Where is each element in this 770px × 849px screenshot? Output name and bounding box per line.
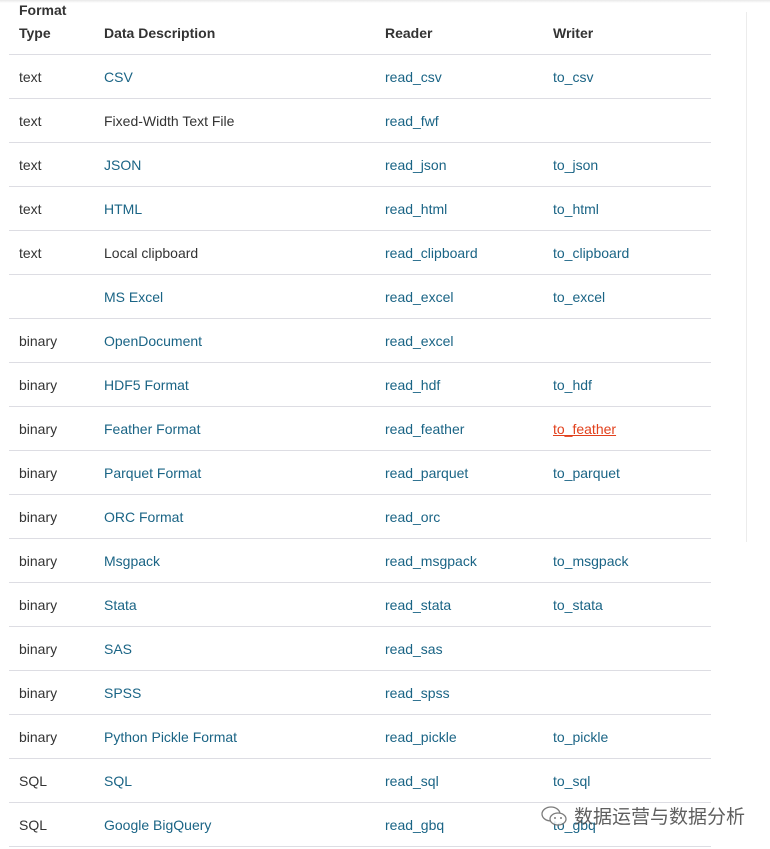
table-row: binary Msgpack read_msgpack to_msgpack bbox=[9, 539, 711, 583]
table-row: binary HDF5 Format read_hdf to_hdf bbox=[9, 363, 711, 407]
table-header: Format Type Data Description Reader Writ… bbox=[9, 0, 711, 55]
table-row: binary SAS read_sas bbox=[9, 627, 711, 671]
writer-link[interactable]: to_excel bbox=[553, 289, 605, 305]
description-link[interactable]: SPSS bbox=[104, 685, 141, 701]
format-type-cell: text bbox=[19, 113, 42, 129]
table-row: binary Stata read_stata to_stata bbox=[9, 583, 711, 627]
description-link[interactable]: SQL bbox=[104, 773, 132, 789]
table-row: text HTML read_html to_html bbox=[9, 187, 711, 231]
writer-link[interactable]: to_feather bbox=[553, 421, 616, 437]
description-link[interactable]: Google BigQuery bbox=[104, 817, 211, 833]
writer-link[interactable]: to_msgpack bbox=[553, 553, 628, 569]
format-type-cell: binary bbox=[19, 465, 58, 481]
format-type-cell: binary bbox=[19, 377, 58, 393]
reader-link[interactable]: read_json bbox=[385, 157, 447, 173]
writer-link[interactable]: to_sql bbox=[553, 773, 590, 789]
reader-link[interactable]: read_feather bbox=[385, 421, 464, 437]
writer-link[interactable]: to_csv bbox=[553, 69, 593, 85]
reader-link[interactable]: read_pickle bbox=[385, 729, 457, 745]
watermark: 数据运营与数据分析 bbox=[540, 802, 745, 829]
reader-link[interactable]: read_csv bbox=[385, 69, 442, 85]
table-row: binary Parquet Format read_parquet to_parqu… bbox=[9, 451, 711, 495]
format-type-cell: binary bbox=[19, 509, 58, 525]
table-row: text JSON read_json to_json bbox=[9, 143, 711, 187]
table-row: binary SPSS read_spss bbox=[9, 671, 711, 715]
header-description: Data Description bbox=[104, 25, 216, 41]
description-link[interactable]: Stata bbox=[104, 597, 137, 613]
writer-link[interactable]: to_html bbox=[553, 201, 599, 217]
reader-link[interactable]: read_spss bbox=[385, 685, 450, 701]
table-row: SQL SQL read_sql to_sql bbox=[9, 759, 711, 803]
reader-link[interactable]: read_excel bbox=[385, 333, 454, 349]
header-reader: Reader bbox=[385, 25, 433, 41]
header-writer: Writer bbox=[553, 25, 594, 41]
description-link[interactable]: OpenDocument bbox=[104, 333, 202, 349]
reader-link[interactable]: read_orc bbox=[385, 509, 440, 525]
format-type-cell: text bbox=[19, 157, 42, 173]
table-row: text Fixed-Width Text File read_fwf bbox=[9, 99, 711, 143]
wechat-icon bbox=[541, 805, 567, 826]
reader-link[interactable]: read_parquet bbox=[385, 465, 468, 481]
reader-link[interactable]: read_clipboard bbox=[385, 245, 478, 261]
writer-link[interactable]: to_json bbox=[553, 157, 598, 173]
format-type-cell: binary bbox=[19, 553, 58, 569]
writer-link[interactable]: to_hdf bbox=[553, 377, 592, 393]
description-link[interactable]: JSON bbox=[104, 157, 141, 173]
table-row: binary ORC Format read_orc bbox=[9, 495, 711, 539]
reader-link[interactable]: read_stata bbox=[385, 597, 451, 613]
writer-link[interactable]: to_parquet bbox=[553, 465, 620, 481]
format-type-cell: binary bbox=[19, 333, 58, 349]
format-type-cell: binary bbox=[19, 597, 58, 613]
description-link[interactable]: HDF5 Format bbox=[104, 377, 189, 393]
writer-link[interactable]: to_stata bbox=[553, 597, 603, 613]
reader-link[interactable]: read_html bbox=[385, 201, 447, 217]
description-link[interactable]: CSV bbox=[104, 69, 133, 85]
format-type-cell: binary bbox=[19, 685, 58, 701]
table-row: MS Excel read_excel to_excel bbox=[9, 275, 711, 319]
description-link[interactable]: Parquet Format bbox=[104, 465, 201, 481]
header-format: Format bbox=[19, 2, 67, 18]
reader-link[interactable]: read_sas bbox=[385, 641, 443, 657]
description-link[interactable]: Feather Format bbox=[104, 421, 200, 437]
format-type-cell: binary bbox=[19, 641, 58, 657]
reader-link[interactable]: read_sql bbox=[385, 773, 439, 789]
reader-link[interactable]: read_hdf bbox=[385, 377, 440, 393]
table-row: binary Python Pickle Format read_pickle to_… bbox=[9, 715, 711, 759]
watermark-text: 数据运营与数据分析 bbox=[574, 807, 746, 828]
sidebar-divider bbox=[746, 12, 747, 542]
format-type-cell: text bbox=[19, 245, 42, 261]
format-type-cell: binary bbox=[19, 421, 58, 437]
description-link[interactable]: ORC Format bbox=[104, 509, 183, 525]
description-link[interactable]: Msgpack bbox=[104, 553, 160, 569]
table-row: binary Feather Format read_feather to_feath… bbox=[9, 407, 711, 451]
reader-link[interactable]: read_gbq bbox=[385, 817, 444, 833]
description-text: Fixed-Width Text File bbox=[104, 113, 235, 129]
format-type-cell: SQL bbox=[19, 817, 48, 833]
writer-link[interactable]: to_clipboard bbox=[553, 245, 629, 261]
format-type-cell: binary bbox=[19, 729, 58, 745]
description-link[interactable]: SAS bbox=[104, 641, 132, 657]
reader-link[interactable]: read_msgpack bbox=[385, 553, 477, 569]
description-link[interactable]: MS Excel bbox=[104, 289, 163, 305]
description-text: Local clipboard bbox=[104, 245, 199, 261]
format-type-cell: SQL bbox=[19, 773, 48, 789]
format-type-cell: text bbox=[19, 69, 42, 85]
writer-link[interactable]: to_pickle bbox=[553, 729, 608, 745]
reader-link[interactable]: read_fwf bbox=[385, 113, 439, 129]
format-type-cell: text bbox=[19, 201, 42, 217]
table-row: text CSV read_csv to_csv bbox=[9, 55, 711, 99]
reader-link[interactable]: read_excel bbox=[385, 289, 454, 305]
table-row: text Local clipboard read_clipboard to_clip… bbox=[9, 231, 711, 275]
description-link[interactable]: HTML bbox=[104, 201, 142, 217]
table-row: binary OpenDocument read_excel bbox=[9, 319, 711, 363]
description-link[interactable]: Python Pickle Format bbox=[104, 729, 237, 745]
io-table-body: text CSV read_csv to_csv text Fixed-Width Tex… bbox=[9, 55, 711, 847]
header-type: Type bbox=[19, 25, 51, 41]
